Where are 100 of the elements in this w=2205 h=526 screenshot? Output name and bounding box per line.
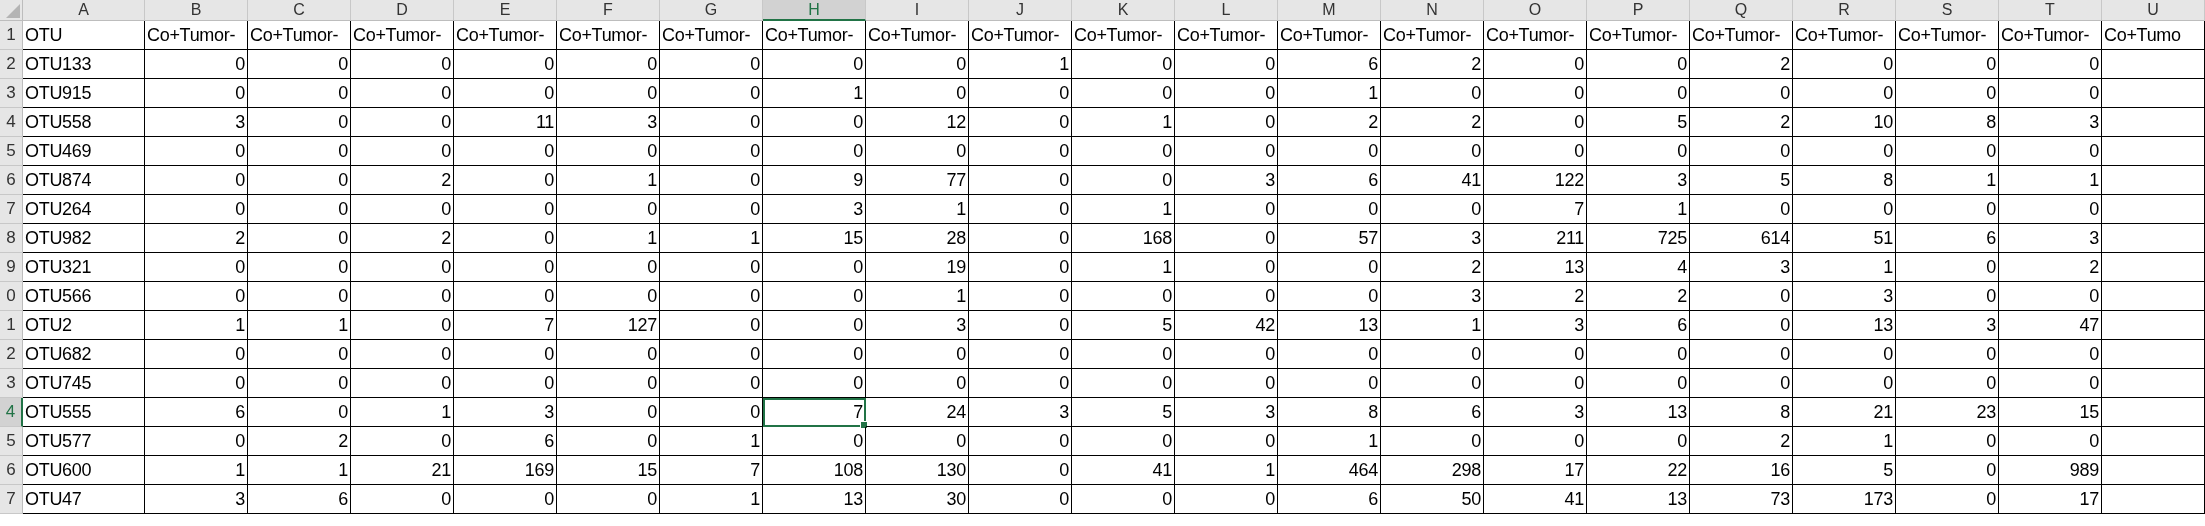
column-header[interactable]: N	[1381, 0, 1484, 21]
column-header[interactable]: L	[1175, 0, 1278, 21]
row-header[interactable]: 8	[0, 224, 23, 253]
column-header[interactable]: P	[1587, 0, 1690, 21]
table-cell: 51	[1793, 224, 1896, 253]
table-cell: 0	[763, 311, 866, 340]
table-cell: 0	[969, 108, 1072, 137]
table-cell: 24	[866, 398, 969, 427]
row-header[interactable]: 0	[0, 282, 23, 311]
select-all-icon[interactable]	[6, 4, 20, 18]
table-cell: 7	[660, 456, 763, 485]
table-cell: 0	[557, 253, 660, 282]
table-cell: 0	[1072, 79, 1175, 108]
table-cell: 0	[454, 166, 557, 195]
table-cell: 0	[763, 340, 866, 369]
table-cell: 0	[1175, 195, 1278, 224]
table-cell: 21	[351, 456, 454, 485]
table-cell: 0	[351, 137, 454, 166]
table-cell: 1	[1072, 108, 1175, 137]
table-cell: 21	[1793, 398, 1896, 427]
table-cell: OTU566	[23, 282, 145, 311]
table-cell: 0	[1072, 282, 1175, 311]
table-cell: Co+Tumor-	[454, 21, 557, 50]
column-header[interactable]: G	[660, 0, 763, 21]
table-cell: 5	[1072, 398, 1175, 427]
table-cell: 3	[1690, 253, 1793, 282]
column-header[interactable]: H	[763, 0, 866, 21]
column-header[interactable]: S	[1896, 0, 1999, 21]
table-cell: 0	[351, 79, 454, 108]
row-header[interactable]: 2	[0, 50, 23, 79]
column-header[interactable]: I	[866, 0, 969, 21]
row-header[interactable]: 4	[0, 108, 23, 137]
table-cell: 0	[1278, 369, 1381, 398]
table-cell: 0	[660, 398, 763, 427]
table-cell: 0	[763, 282, 866, 311]
column-header[interactable]: D	[351, 0, 454, 21]
table-cell: 0	[1999, 369, 2102, 398]
table-cell: OTU469	[23, 137, 145, 166]
table-cell: 0	[660, 195, 763, 224]
table-cell: 11	[454, 108, 557, 137]
row-header[interactable]: 3	[0, 79, 23, 108]
table-cell: 0	[1690, 195, 1793, 224]
table-cell: 0	[1793, 195, 1896, 224]
table-cell: 0	[351, 108, 454, 137]
table-cell: Co+Tumor-	[1278, 21, 1381, 50]
column-header[interactable]: Q	[1690, 0, 1793, 21]
table-cell: 6	[1381, 398, 1484, 427]
table-cell: 0	[557, 369, 660, 398]
table-cell: 0	[969, 456, 1072, 485]
table-cell: 3	[866, 311, 969, 340]
column-header[interactable]: B	[145, 0, 248, 21]
row-header[interactable]: 9	[0, 253, 23, 282]
row-header[interactable]: 6	[0, 456, 23, 485]
row-header[interactable]: 1	[0, 21, 23, 50]
table-cell: 0	[969, 485, 1072, 514]
table-cell: 0	[1072, 50, 1175, 79]
column-header[interactable]: F	[557, 0, 660, 21]
table-cell: 0	[557, 137, 660, 166]
table-cell: 3	[969, 398, 1072, 427]
table-cell: 0	[145, 427, 248, 456]
column-header[interactable]: M	[1278, 0, 1381, 21]
table-cell: 0	[660, 311, 763, 340]
table-cell: 0	[248, 108, 351, 137]
column-header[interactable]: A	[23, 0, 145, 21]
column-header[interactable]: C	[248, 0, 351, 21]
column-header[interactable]: K	[1072, 0, 1175, 21]
table-cell: 1	[248, 456, 351, 485]
table-cell: 0	[454, 224, 557, 253]
table-cell: 1	[145, 456, 248, 485]
row-header[interactable]: 2	[0, 340, 23, 369]
table-cell: 6	[248, 485, 351, 514]
row-header[interactable]: 7	[0, 195, 23, 224]
row-header[interactable]: 5	[0, 427, 23, 456]
row-header[interactable]: 1	[0, 311, 23, 340]
column-header[interactable]: R	[1793, 0, 1896, 21]
row-header[interactable]: 5	[0, 137, 23, 166]
table-cell: 0	[248, 253, 351, 282]
row-header[interactable]: 6	[0, 166, 23, 195]
column-header[interactable]: O	[1484, 0, 1587, 21]
table-cell: 0	[454, 369, 557, 398]
column-header[interactable]: E	[454, 0, 557, 21]
table-cell: 0	[1484, 79, 1587, 108]
table-cell: Co+Tumor-	[351, 21, 454, 50]
row-header[interactable]: 4	[0, 398, 23, 427]
table-cell: OTU874	[23, 166, 145, 195]
table-cell: 0	[557, 50, 660, 79]
table-cell: 8	[1896, 108, 1999, 137]
column-header[interactable]: U	[2102, 0, 2205, 21]
table-cell: 0	[454, 485, 557, 514]
column-header[interactable]: J	[969, 0, 1072, 21]
row-header[interactable]: 3	[0, 369, 23, 398]
table-cell: 211	[1484, 224, 1587, 253]
column-header[interactable]: T	[1999, 0, 2102, 21]
table-cell: 0	[1793, 369, 1896, 398]
table-cell: 15	[557, 456, 660, 485]
table-cell: 168	[1072, 224, 1175, 253]
table-cell: 0	[1690, 340, 1793, 369]
row-header[interactable]: 7	[0, 485, 23, 514]
table-cell: Co+Tumor-	[1175, 21, 1278, 50]
table-cell: 0	[1999, 50, 2102, 79]
